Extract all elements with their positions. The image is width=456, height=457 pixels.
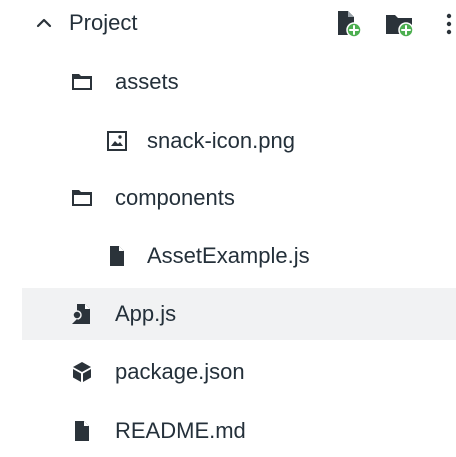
new-file-icon xyxy=(338,11,362,38)
app-entry-file-icon xyxy=(72,304,90,324)
tree-item-label: README.md xyxy=(115,418,246,443)
image-file-icon xyxy=(107,131,127,151)
new-folder-button[interactable] xyxy=(384,7,418,41)
tree-item-app[interactable]: App.js xyxy=(22,288,456,340)
tree-item-package[interactable]: package.json xyxy=(0,346,456,398)
folder-icon xyxy=(72,190,92,206)
project-title: Project xyxy=(69,10,138,35)
more-options-button[interactable] xyxy=(440,7,456,41)
tree-item-components[interactable]: components xyxy=(0,172,456,224)
file-icon xyxy=(110,246,124,266)
tree-item-label: assets xyxy=(115,69,179,94)
tree-item-label: App.js xyxy=(115,301,177,326)
tree-item-readme[interactable]: README.md xyxy=(0,405,456,457)
file-icon xyxy=(75,421,89,441)
new-file-button[interactable] xyxy=(333,7,367,41)
tree-item-label: snack-icon.png xyxy=(147,128,295,153)
new-folder-icon xyxy=(386,15,414,38)
package-icon xyxy=(73,362,91,382)
project-explorer-panel: Project assets snack-icon.png components… xyxy=(0,0,456,443)
project-header[interactable]: Project xyxy=(0,0,456,46)
tree-item-snack-icon[interactable]: snack-icon.png xyxy=(0,115,456,167)
tree-item-label: components xyxy=(115,185,235,210)
tree-item-label: AssetExample.js xyxy=(147,243,310,268)
more-vertical-icon xyxy=(446,13,452,35)
folder-icon xyxy=(72,74,92,90)
tree-item-label: package.json xyxy=(115,359,245,384)
tree-item-assets[interactable]: assets xyxy=(0,56,456,108)
chevron-up-icon[interactable] xyxy=(34,13,54,33)
tree-item-asset-example[interactable]: AssetExample.js xyxy=(0,230,456,282)
